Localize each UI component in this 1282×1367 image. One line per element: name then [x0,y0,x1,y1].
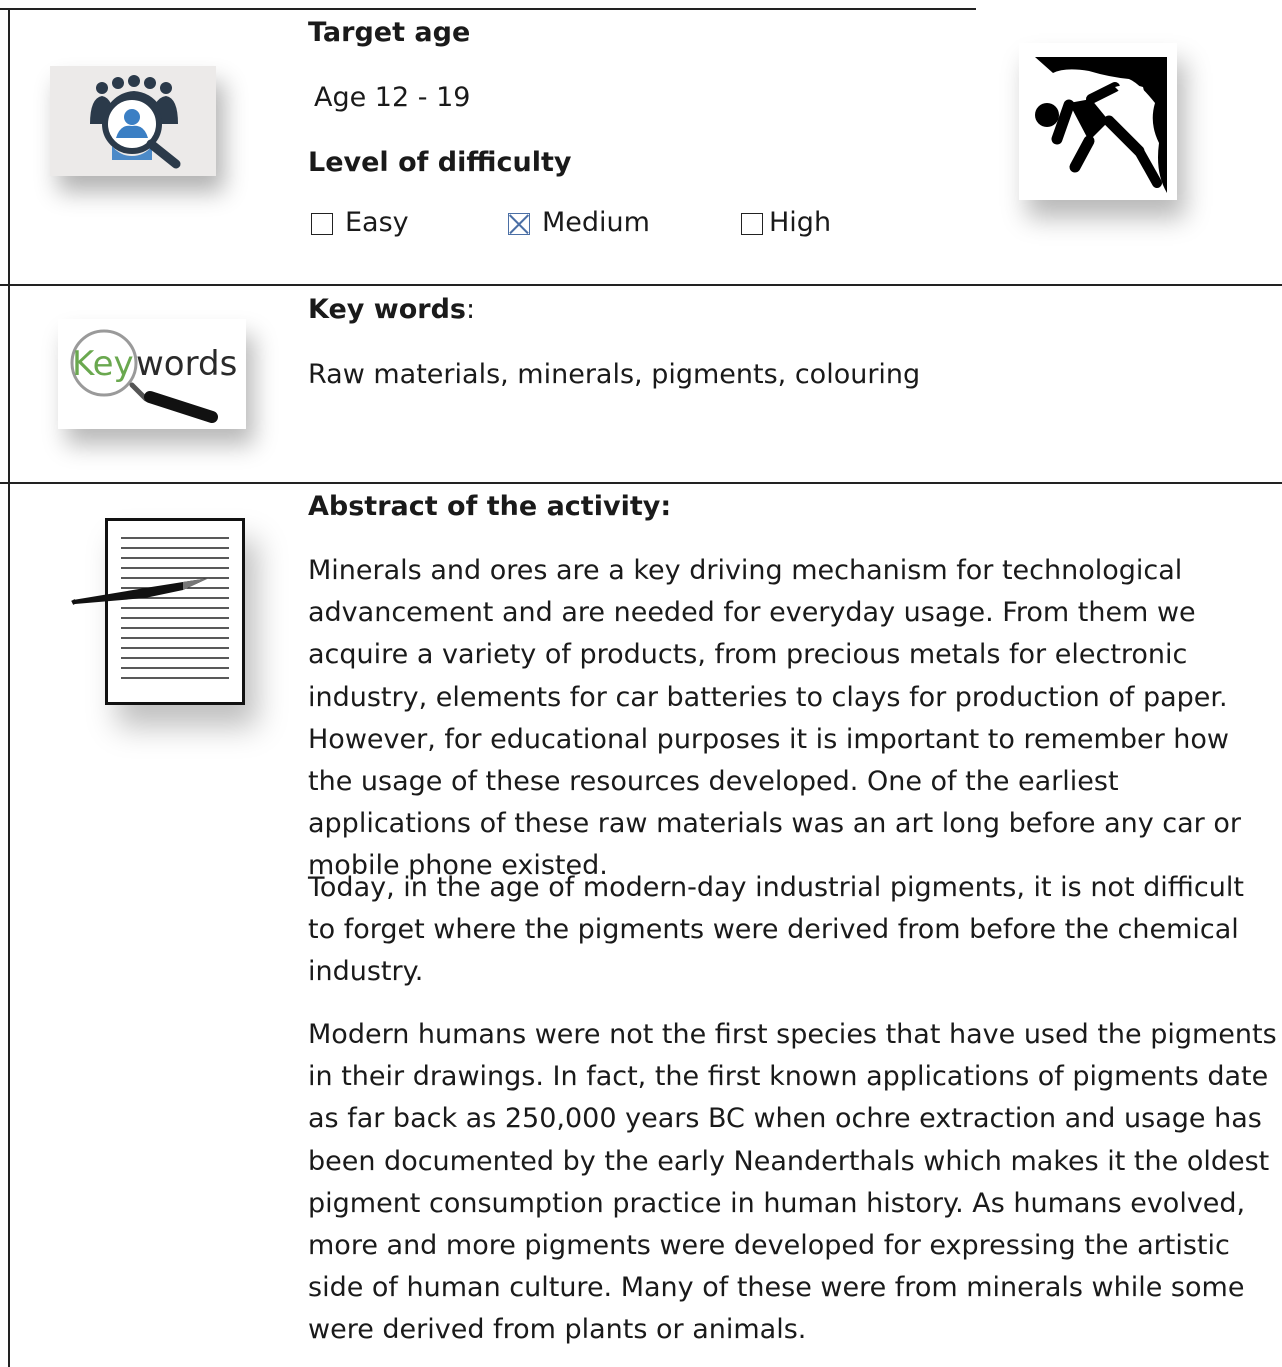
climber-icon [1035,57,1167,193]
abstract-paragraph-1: Minerals and ores are a key driving mech… [308,555,1241,882]
keywords-logo: Key words [58,319,246,429]
audience-search-icon [90,75,181,169]
difficulty-label-high: High [769,207,832,238]
abstract-document-icon [71,518,245,705]
logo-text-words: words [136,344,237,384]
table-left-border [8,8,10,1367]
logo-text-key: Key [72,344,134,384]
checkbox-checked-icon[interactable] [508,213,530,235]
difficulty-label-easy: Easy [345,207,409,238]
target-age-heading: Target age [308,17,471,48]
difficulty-climber-icon [1019,43,1177,200]
difficulty-options: Easy Medium High [308,202,1008,244]
abstract-paragraph-2: Today, in the age of modern-day industri… [308,872,1244,988]
difficulty-heading: Level of difficulty [308,147,572,178]
activity-sheet: Target age Age 12 - 19 Level of difficul… [0,0,1282,1367]
abstract-heading: Abstract of the activity: [308,491,672,522]
difficulty-label-medium: Medium [542,207,650,238]
keywords-heading-line: Key words: [308,289,475,331]
row-divider-1 [0,284,1282,286]
difficulty-option-high[interactable]: High [741,202,831,244]
keywords-magnifier-icon: Key words [70,329,237,423]
document-pen-icon [71,518,245,705]
row-divider-2 [0,482,1282,484]
table-top-border [0,8,976,10]
difficulty-option-medium[interactable]: Medium [508,202,650,244]
target-age-value: Age 12 - 19 [314,82,471,113]
abstract-paragraph-3: Modern humans were not the first species… [308,1019,1277,1346]
checkbox-empty-icon[interactable] [311,213,333,235]
keywords-value: Raw materials, minerals, pigments, colou… [308,359,921,390]
keywords-heading-colon: : [465,294,476,325]
checkbox-empty-icon[interactable] [741,213,763,235]
difficulty-option-easy[interactable]: Easy [311,202,409,244]
keywords-heading: Key words [308,294,466,325]
target-audience-icon [50,66,216,176]
